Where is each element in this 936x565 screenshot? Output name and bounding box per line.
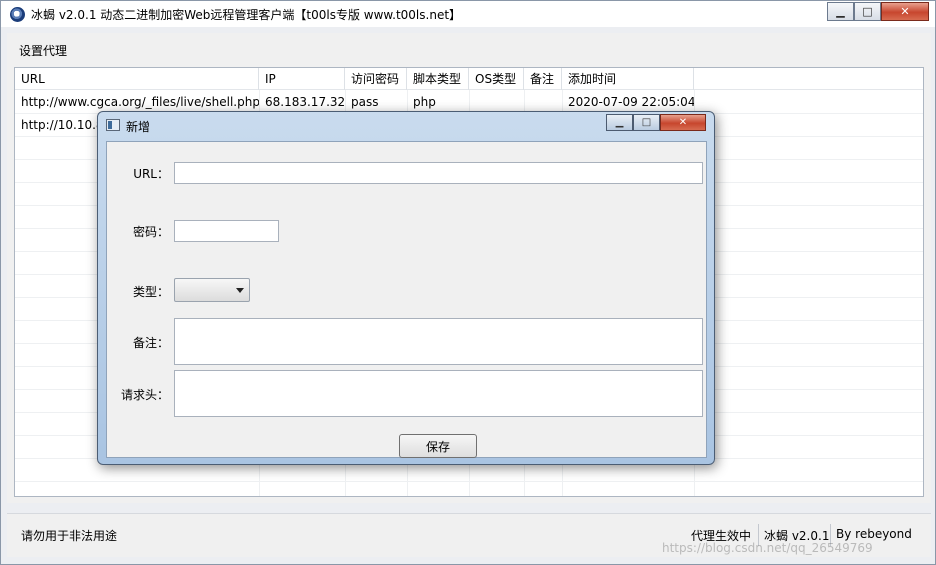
window-title: 冰蝎 v2.0.1 动态二进制加密Web远程管理客户端【t00ls专版 www.… (31, 8, 462, 22)
add-shell-dialog: 新增 ▁ □ ✕ URL： 密码： 类型： 备注： 请求头： 保存 (97, 111, 715, 465)
column-header-url[interactable]: URL (15, 68, 259, 90)
dialog-title: 新增 (126, 120, 151, 134)
maximize-icon: □ (641, 117, 652, 128)
note-textarea[interactable] (174, 318, 703, 365)
password-input[interactable] (174, 220, 279, 242)
minimize-icon: ▁ (615, 117, 624, 128)
type-label: 类型： (132, 285, 169, 299)
app-logo-icon (10, 7, 25, 22)
column-header-password[interactable]: 访问密码 (345, 68, 407, 90)
watermark: https://blog.csdn.net/qq_26549769 (662, 541, 873, 555)
headers-textarea[interactable] (174, 370, 703, 417)
note-label: 备注： (132, 336, 169, 350)
maximize-icon: □ (862, 5, 873, 18)
save-button[interactable]: 保存 (399, 434, 477, 458)
dialog-minimize-button[interactable]: ▁ (606, 114, 633, 131)
minimize-button[interactable]: ▁ (827, 2, 854, 21)
column-header-note[interactable]: 备注 (524, 68, 562, 90)
table-header: URL IP 访问密码 脚本类型 OS类型 备注 添加时间 (15, 68, 923, 90)
proxy-settings-link[interactable]: 设置代理 (19, 42, 67, 59)
disclaimer-text: 请勿用于非法用途 (21, 529, 118, 543)
close-icon: ✕ (900, 5, 910, 18)
chevron-down-icon (236, 288, 244, 293)
close-button[interactable]: ✕ (881, 2, 929, 21)
url-input[interactable] (174, 162, 703, 184)
password-label: 密码： (132, 225, 169, 239)
url-label: URL： (133, 167, 169, 181)
title-bar: 冰蝎 v2.0.1 动态二进制加密Web远程管理客户端【t00ls专版 www.… (1, 1, 935, 27)
minimize-icon: ▁ (836, 5, 845, 18)
window-icon (106, 119, 120, 131)
close-icon: ✕ (678, 117, 688, 128)
maximize-button[interactable]: □ (854, 2, 881, 21)
column-header-script-type[interactable]: 脚本类型 (407, 68, 469, 90)
dialog-close-button[interactable]: ✕ (660, 114, 706, 131)
column-header-added-time[interactable]: 添加时间 (562, 68, 694, 90)
column-header-os-type[interactable]: OS类型 (469, 68, 524, 90)
dialog-maximize-button[interactable]: □ (633, 114, 660, 131)
column-header-ip[interactable]: IP (259, 68, 345, 90)
dialog-body: URL： 密码： 类型： 备注： 请求头： 保存 (106, 141, 707, 458)
author-text: By rebeyond (836, 527, 912, 541)
type-select[interactable] (174, 278, 250, 302)
headers-label: 请求头： (120, 388, 169, 402)
